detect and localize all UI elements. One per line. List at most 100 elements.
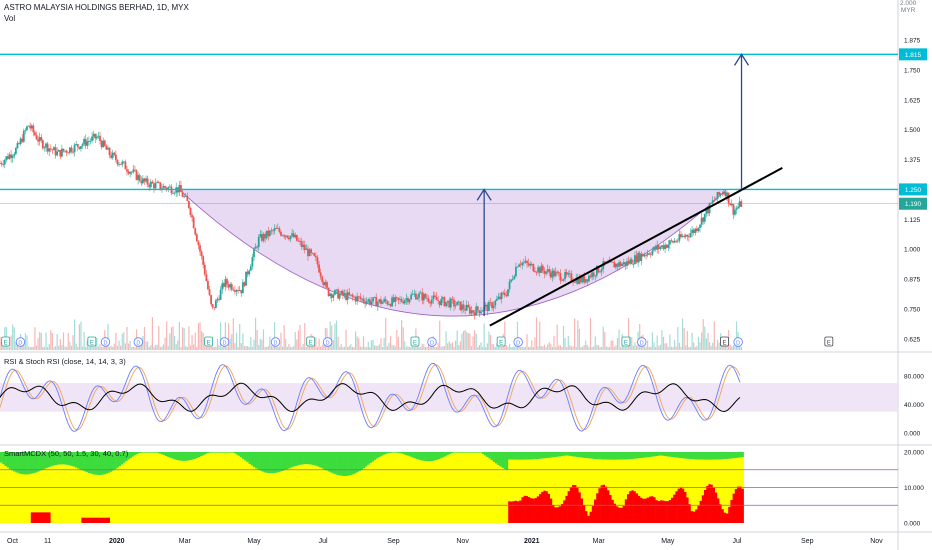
mcdx-green-column bbox=[145, 452, 148, 453]
volume-bar bbox=[202, 332, 204, 350]
volume-bar bbox=[567, 335, 569, 350]
mcdx-green-column bbox=[308, 452, 311, 465]
candle-body bbox=[383, 299, 386, 302]
volume-bar bbox=[715, 346, 717, 350]
mcdx-green-column bbox=[565, 452, 568, 456]
mcdx-yellow-column bbox=[600, 459, 604, 486]
volume-bar bbox=[10, 335, 12, 350]
mcdx-yellow-column bbox=[679, 458, 683, 488]
mcdx-red-column bbox=[41, 512, 45, 523]
mcdx-green-column bbox=[158, 452, 161, 454]
mcdx-yellow-column bbox=[266, 472, 269, 523]
mcdx-red-column bbox=[30, 512, 34, 523]
mcdx-yellow-column bbox=[85, 472, 89, 518]
mcdx-yellow-column bbox=[602, 459, 606, 485]
volume-bar bbox=[664, 343, 666, 350]
mcdx-green-column bbox=[649, 452, 652, 458]
mcdx-green-column bbox=[211, 452, 214, 453]
candle-body bbox=[127, 171, 130, 174]
mcdx-yellow-column bbox=[565, 455, 568, 496]
volume-bar bbox=[478, 345, 480, 350]
mcdx-yellow-column bbox=[741, 457, 744, 489]
mcdx-red-column bbox=[550, 498, 553, 523]
mcdx-red-column bbox=[33, 512, 36, 523]
mcdx-yellow-column bbox=[675, 457, 678, 492]
volume-bar bbox=[461, 333, 463, 350]
mcdx-red-column bbox=[44, 512, 47, 523]
mcdx-yellow-column bbox=[646, 457, 650, 498]
mcdx-green-column bbox=[675, 452, 678, 458]
candle-body bbox=[73, 144, 76, 153]
volume-bar bbox=[351, 346, 353, 350]
volume-bar bbox=[112, 346, 114, 350]
candle-body bbox=[221, 283, 224, 290]
mcdx-green-column bbox=[563, 452, 566, 456]
candle-body bbox=[261, 234, 263, 241]
earnings-marker-label: E bbox=[723, 341, 727, 347]
volume-bar bbox=[524, 346, 527, 350]
candle-body bbox=[711, 200, 714, 204]
volume-bar bbox=[659, 344, 661, 350]
mcdx-green-column bbox=[701, 452, 705, 460]
volume-bar bbox=[232, 318, 234, 350]
mcdx-green-column bbox=[591, 452, 595, 459]
volume-bar bbox=[599, 346, 601, 350]
mcdx-green-column bbox=[176, 452, 179, 461]
volume-bar bbox=[170, 327, 173, 350]
candle-body bbox=[643, 254, 646, 257]
mcdx-green-column bbox=[484, 452, 487, 456]
mcdx-green-column bbox=[501, 452, 505, 468]
mcdx-red-column bbox=[638, 495, 641, 523]
mcdx-green-column bbox=[334, 452, 337, 475]
mcdx-yellow-column bbox=[506, 470, 509, 523]
mcdx-yellow-column bbox=[279, 471, 282, 523]
candle-body bbox=[51, 149, 54, 151]
volume-bar bbox=[45, 332, 47, 350]
volume-bar bbox=[685, 345, 687, 350]
mcdx-yellow-column bbox=[272, 473, 276, 523]
volume-bar bbox=[707, 332, 709, 350]
candle-body bbox=[3, 159, 6, 165]
mcdx-red-column bbox=[609, 495, 612, 523]
mcdx-yellow-column bbox=[167, 457, 170, 523]
mcdx-green-column bbox=[596, 452, 599, 460]
mcdx-yellow-column bbox=[616, 459, 619, 507]
candle-body bbox=[199, 245, 201, 252]
mcdx-green-column bbox=[239, 452, 243, 458]
mcdx-green-column bbox=[607, 452, 610, 460]
mcdx-green-column bbox=[140, 452, 144, 453]
volume-bar bbox=[654, 346, 657, 350]
mcdx-green-column bbox=[187, 452, 190, 461]
mcdx-green-column bbox=[217, 452, 221, 453]
candle-body bbox=[697, 227, 700, 232]
mcdx-green-column bbox=[277, 452, 280, 473]
mcdx-yellow-column bbox=[77, 468, 80, 523]
volume-bar bbox=[523, 346, 525, 350]
mcdx-green-column bbox=[349, 452, 353, 476]
mcdx-yellow-column bbox=[202, 455, 205, 523]
volume-bar bbox=[626, 346, 628, 350]
chart-canvas[interactable]: 1.8751.7501.6251.5001.3751.2501.1251.000… bbox=[0, 0, 932, 550]
candle-body bbox=[321, 276, 324, 283]
mcdx-yellow-column bbox=[671, 457, 674, 498]
candle-body bbox=[48, 148, 51, 152]
volume-bar bbox=[386, 346, 388, 350]
mcdx-yellow-column bbox=[660, 455, 663, 501]
mcdx-yellow-column bbox=[138, 453, 142, 523]
currency-code: MYR bbox=[900, 7, 916, 14]
candle-body bbox=[521, 262, 524, 266]
dividend-marker-label: D bbox=[516, 340, 520, 346]
volume-bar bbox=[85, 346, 87, 350]
volume-bar bbox=[212, 346, 214, 350]
candle-body bbox=[118, 163, 120, 165]
volume-bar bbox=[272, 346, 274, 350]
volume-bar bbox=[497, 346, 500, 350]
volume-bar bbox=[564, 338, 566, 350]
volume-bar bbox=[691, 332, 693, 350]
candle-body bbox=[38, 137, 41, 142]
mcdx-red-column bbox=[508, 501, 511, 523]
mcdx-green-column bbox=[635, 452, 639, 459]
mcdx-yellow-column bbox=[13, 471, 16, 523]
candle-body bbox=[256, 246, 259, 248]
volume-bar bbox=[197, 323, 200, 350]
